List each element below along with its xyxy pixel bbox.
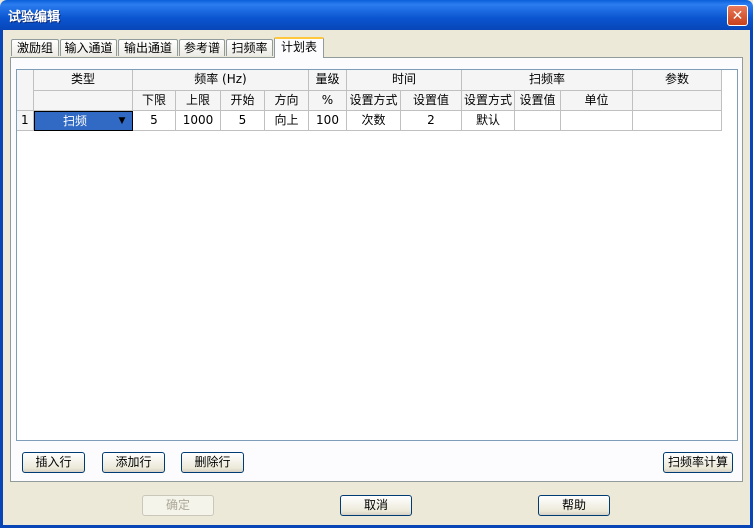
subheader-time-value: 设置值 <box>401 91 462 111</box>
delete-row-button[interactable]: 删除行 <box>181 452 244 473</box>
cell-sweep-value[interactable] <box>515 111 561 131</box>
sweep-rate-calc-button[interactable]: 扫频率计算 <box>663 452 733 473</box>
cell-start[interactable]: 5 <box>221 111 265 131</box>
cell-level[interactable]: 100 <box>309 111 347 131</box>
insert-row-button[interactable]: 插入行 <box>22 452 85 473</box>
cell-direction[interactable]: 向上 <box>265 111 309 131</box>
header-level: 量级 <box>309 70 347 91</box>
title-bar: 试验编辑 ✕ <box>0 0 753 30</box>
tab-sweep-rate[interactable]: 扫频率 <box>226 39 273 56</box>
type-value: 扫频 <box>63 114 88 128</box>
row-index: 1 <box>17 111 34 131</box>
subheader-direction: 方向 <box>265 91 309 111</box>
subheader-params-empty <box>633 91 722 111</box>
cancel-button[interactable]: 取消 <box>340 495 412 516</box>
cell-time-mode[interactable]: 次数 <box>347 111 401 131</box>
cell-lower[interactable]: 5 <box>133 111 176 131</box>
schedule-table: 类型 频率 (Hz) 量级 时间 扫频率 参数 下限 上限 开始 方向 % 设置… <box>16 69 738 441</box>
subheader-upper: 上限 <box>176 91 221 111</box>
window-title: 试验编辑 <box>8 10 61 25</box>
tab-output-channels[interactable]: 输出通道 <box>118 39 178 56</box>
close-button[interactable]: ✕ <box>727 5 748 26</box>
chevron-down-icon[interactable]: ▼ <box>115 112 129 130</box>
corner-cell <box>17 70 34 111</box>
header-time: 时间 <box>347 70 462 91</box>
header-type: 类型 <box>34 70 133 91</box>
cell-unit[interactable] <box>561 111 633 131</box>
cell-params[interactable] <box>633 111 722 131</box>
cell-sweep-mode[interactable]: 默认 <box>462 111 515 131</box>
subheader-percent: % <box>309 91 347 111</box>
header-frequency: 频率 (Hz) <box>133 70 309 91</box>
type-dropdown[interactable]: 扫频 ▼ <box>34 111 133 131</box>
ok-button[interactable]: 确定 <box>142 495 214 516</box>
subheader-start: 开始 <box>221 91 265 111</box>
cell-upper[interactable]: 1000 <box>176 111 221 131</box>
subheader-sweep-mode: 设置方式 <box>462 91 515 111</box>
add-row-button[interactable]: 添加行 <box>102 452 165 473</box>
subheader-type-empty <box>34 91 133 111</box>
header-parameters: 参数 <box>633 70 722 91</box>
header-sweep-rate: 扫频率 <box>462 70 633 91</box>
tab-excitation-group[interactable]: 激励组 <box>11 39 59 56</box>
subheader-sweep-value: 设置值 <box>515 91 561 111</box>
tab-input-channels[interactable]: 输入通道 <box>60 39 117 56</box>
cell-time-value[interactable]: 2 <box>401 111 462 131</box>
tab-reference-spectrum[interactable]: 参考谱 <box>179 39 225 56</box>
subheader-time-mode: 设置方式 <box>347 91 401 111</box>
subheader-lower: 下限 <box>133 91 176 111</box>
tab-schedule[interactable]: 计划表 <box>274 37 324 58</box>
help-button[interactable]: 帮助 <box>538 495 610 516</box>
subheader-unit: 单位 <box>561 91 633 111</box>
